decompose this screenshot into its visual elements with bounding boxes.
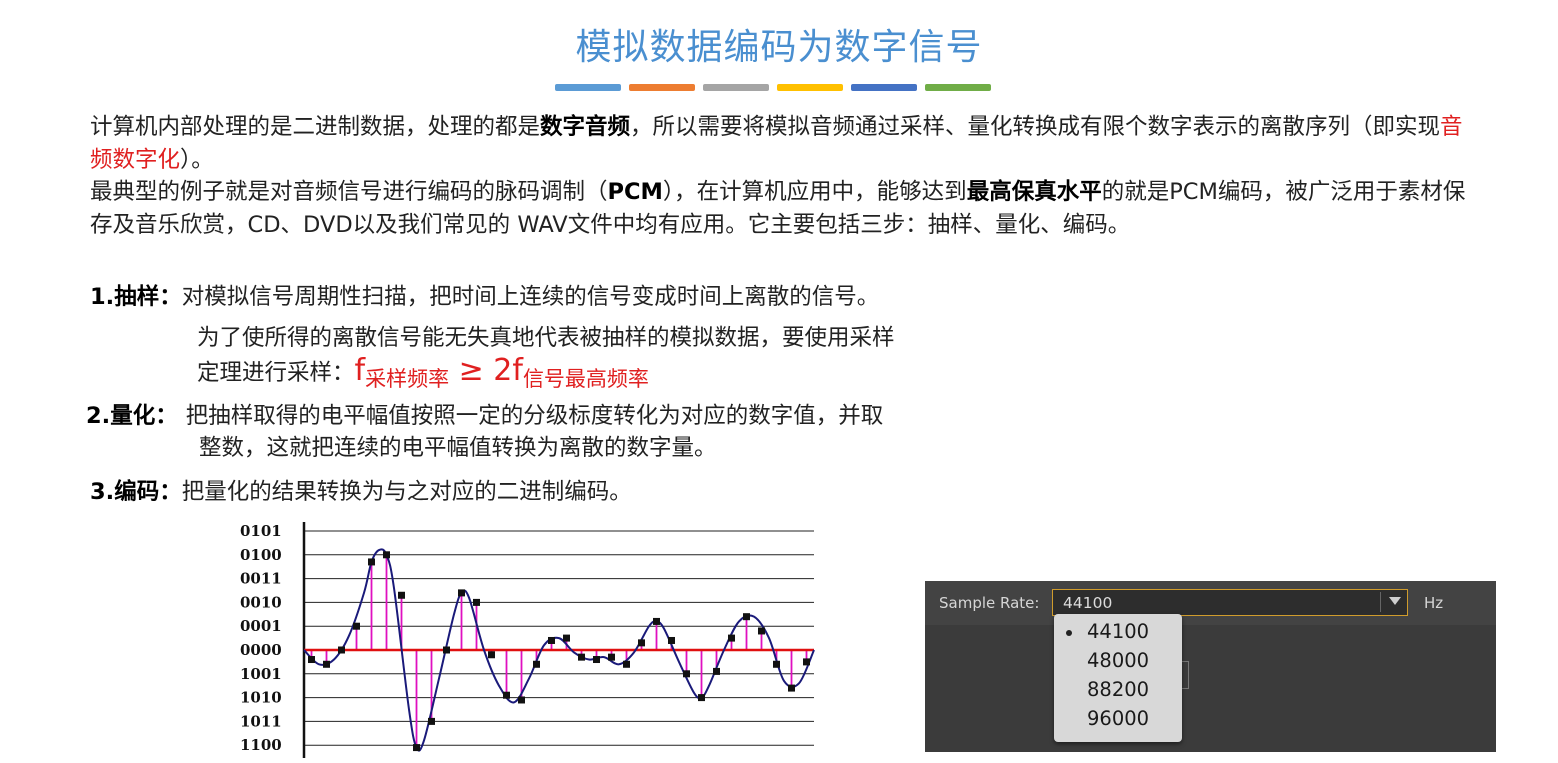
pcm-text-2: ），在计算机应用中，能够达到 <box>662 179 967 205</box>
sample-point <box>503 691 510 699</box>
step-label: 2.量化： <box>86 403 178 429</box>
sampling-theorem-formula: f采样频率 ≥ 2f信号最高频率 <box>354 353 649 392</box>
step-sampling-line3: 定理进行采样：f采样频率 ≥ 2f信号最高频率 <box>197 355 649 395</box>
level-tick-label: 1010 <box>240 689 282 707</box>
option-48000[interactable]: 48000 <box>1087 649 1149 672</box>
sample-point <box>653 617 660 625</box>
step-sampling-line2: 为了使所得的离散信号能无失真地代表被抽样的模拟数据，要使用采样 <box>197 325 895 351</box>
step-label: 1.抽样： <box>90 284 182 310</box>
sample-point <box>308 656 315 664</box>
intro-paragraph: 计算机内部处理的是二进制数据，处理的都是数字音频，所以需要将模拟音频通过采样、量… <box>90 111 1470 176</box>
sample-point <box>608 653 615 661</box>
sample-rate-select[interactable]: 44100 <box>1052 589 1408 616</box>
formula-operator: ≥ 2f <box>449 353 523 388</box>
sample-point <box>488 651 495 659</box>
sample-point <box>668 636 675 644</box>
level-tick-label: 1011 <box>240 712 282 730</box>
page-title: 模拟数据编码为数字信号 <box>575 27 983 68</box>
sample-point <box>728 634 735 642</box>
sample-point <box>383 551 390 559</box>
step-text: 把量化的结果转换为与之对应的二进制编码。 <box>181 479 632 505</box>
selected-bullet-icon <box>1066 630 1072 636</box>
pcm-text: 最典型的例子就是对音频信号进行编码的脉码调制（ <box>90 179 608 205</box>
step-text: 把抽样取得的电平幅值按照一定的分级标度转化为对应的数字值，并取 <box>185 403 884 429</box>
intro-bold: 数字音频 <box>540 114 631 140</box>
sample-point <box>413 744 420 752</box>
sample-point <box>743 613 750 621</box>
sample-point <box>458 589 465 597</box>
sample-point <box>638 639 645 647</box>
sample-point <box>713 667 720 675</box>
intro-text: 计算机内部处理的是二进制数据，处理的都是 <box>90 114 541 140</box>
accent-bar <box>629 84 695 91</box>
sample-point <box>533 660 540 668</box>
accent-bar <box>777 84 843 91</box>
intro-text-3: ）。 <box>180 146 214 173</box>
pcm-waveform-chart: 0101 0100 0011 0010 0001 0000 1001 1010 1011 1100 <box>236 514 826 759</box>
selected-value: 44100 <box>1063 594 1113 612</box>
sample-point <box>473 598 480 606</box>
accent-bars <box>555 84 991 91</box>
pcm-chart-svg: 0101 0100 0011 0010 0001 0000 1001 1010 1011 1100 <box>240 522 815 758</box>
sample-point <box>518 696 525 704</box>
sample-point <box>548 636 555 644</box>
sample-rate-panel: Sample Rate: 44100 Hz 44100 48000 88200 … <box>925 581 1496 752</box>
accent-bar <box>925 84 991 91</box>
option-88200[interactable]: 88200 <box>1087 678 1149 701</box>
unit-label: Hz <box>1424 594 1444 612</box>
accent-bar <box>851 84 917 91</box>
step-quantization: 2.量化： 把抽样取得的电平幅值按照一定的分级标度转化为对应的数字值，并取 <box>86 400 883 432</box>
sample-point <box>803 658 810 666</box>
pcm-bold: PCM <box>607 179 663 205</box>
step-quantization-line2: 整数，这就把连续的电平幅值转换为离散的数字量。 <box>199 435 717 461</box>
level-tick-label: 1001 <box>240 665 282 683</box>
level-tick-label: 0101 <box>240 522 282 540</box>
pcm-paragraph: 最典型的例子就是对音频信号进行编码的脉码调制（PCM），在计算机应用中，能够达到… <box>90 176 1470 241</box>
formula-subscript: 采样频率 <box>365 367 450 391</box>
sample-point <box>788 684 795 692</box>
select-divider <box>1380 592 1381 612</box>
step-sampling: 1.抽样：对模拟信号周期性扫描，把时间上连续的信号变成时间上离散的信号。 <box>90 281 879 313</box>
sample-rate-label: Sample Rate: <box>939 594 1040 612</box>
sample-point <box>428 717 435 725</box>
step-text: 定理进行采样： <box>197 360 355 386</box>
level-tick-label: 0000 <box>240 641 282 659</box>
sample-point <box>338 646 345 654</box>
level-tick-label: 0100 <box>240 546 282 564</box>
sample-rate-dropdown: 44100 48000 88200 96000 <box>1054 614 1182 742</box>
sample-point <box>398 591 405 599</box>
formula-f: f <box>354 353 366 388</box>
sample-point <box>593 656 600 664</box>
step-text: 对模拟信号周期性扫描，把时间上连续的信号变成时间上离散的信号。 <box>181 284 880 310</box>
level-tick-label: 0010 <box>240 593 282 611</box>
accent-bar <box>703 84 769 91</box>
step-encoding: 3.编码：把量化的结果转换为与之对应的二进制编码。 <box>90 476 632 508</box>
sample-point <box>773 660 780 668</box>
sample-point <box>623 660 630 668</box>
sample-point <box>758 627 765 635</box>
level-tick-label: 0011 <box>240 570 282 588</box>
sample-point <box>323 660 330 668</box>
sample-point <box>443 646 450 654</box>
chevron-down-icon[interactable] <box>1389 597 1401 605</box>
level-tick-label: 0001 <box>240 617 282 635</box>
sample-point <box>368 558 375 566</box>
sample-point <box>353 622 360 630</box>
level-tick-label: 1100 <box>240 736 282 754</box>
option-44100[interactable]: 44100 <box>1087 620 1149 643</box>
sample-point <box>563 634 570 642</box>
accent-bar <box>555 84 621 91</box>
formula-subscript: 信号最高频率 <box>522 367 649 391</box>
sample-point <box>578 653 585 661</box>
step-label: 3.编码： <box>90 479 182 505</box>
pcm-bold-2: 最高保真水平 <box>966 179 1102 205</box>
intro-text-2: ，所以需要将模拟音频通过采样、量化转换成有限个数字表示的离散序列（即实现 <box>630 114 1441 140</box>
option-96000[interactable]: 96000 <box>1087 707 1149 730</box>
sample-point <box>683 670 690 678</box>
sample-point <box>698 694 705 702</box>
